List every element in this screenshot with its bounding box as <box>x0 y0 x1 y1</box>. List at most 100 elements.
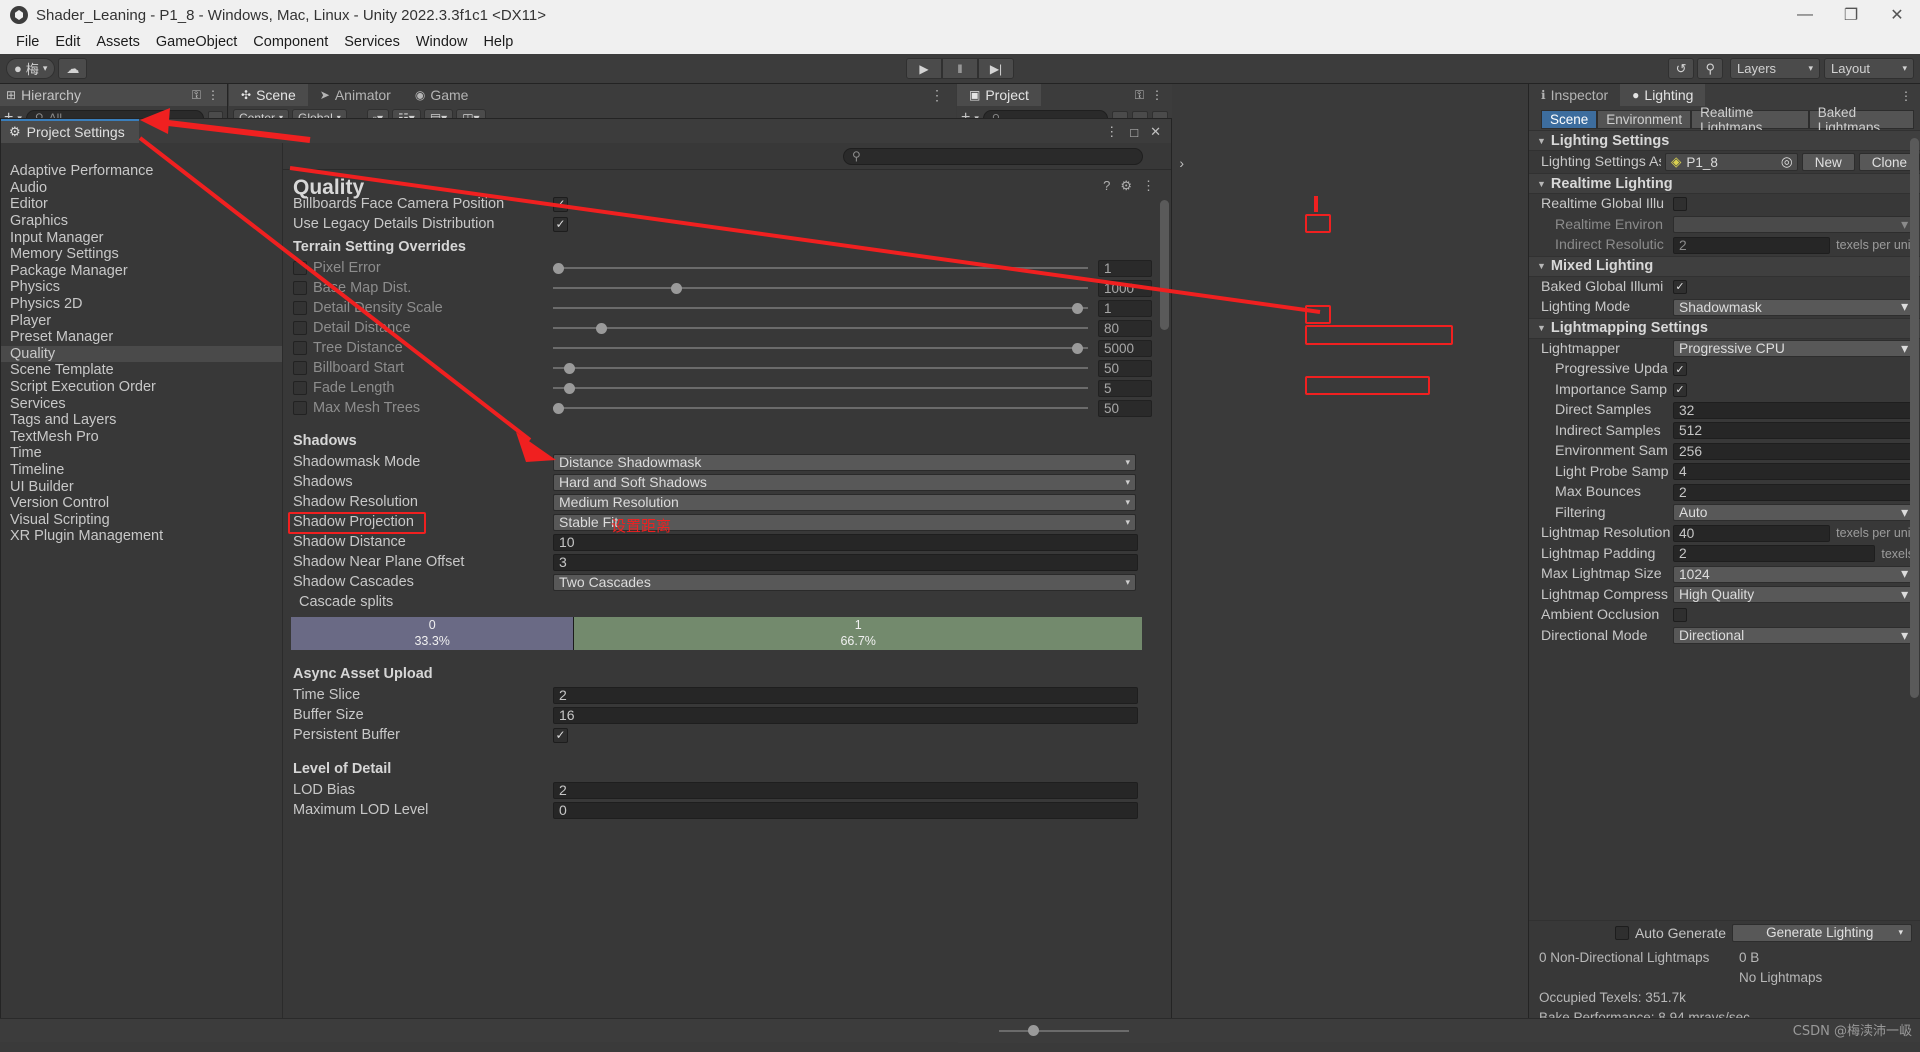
window-maximize-icon[interactable]: □ <box>1130 125 1138 140</box>
generate-lighting-button[interactable]: Generate Lighting ▾ <box>1732 923 1912 942</box>
field-direct-samples[interactable]: 32 <box>1673 401 1914 419</box>
scene-tabstrip[interactable]: ✣ Scene ➤ Animator ◉ Game ⋮ <box>229 84 956 106</box>
category-input-manager[interactable]: Input Manager <box>1 229 282 246</box>
row-shadow-resolution[interactable]: Shadow Resolution Medium Resolution ▾ <box>283 492 1171 512</box>
row-directional-mode[interactable]: Directional Mode Directional ▾ <box>1529 626 1920 647</box>
checkbox-realtime-global-illumination[interactable] <box>1673 197 1687 212</box>
row-lightmap-compression[interactable]: Lightmap Compress High Quality ▾ <box>1529 585 1920 606</box>
step-button[interactable]: ▶| <box>978 58 1014 79</box>
field-billboard-start[interactable]: 50 <box>1098 359 1152 377</box>
cascade-splits-bar[interactable]: 0 33.3% 1 66.7% <box>291 617 1142 650</box>
dropdown-shadow-resolution[interactable]: Medium Resolution ▾ <box>553 493 1136 511</box>
category-adaptive-performance[interactable]: Adaptive Performance <box>1 163 282 180</box>
checkbox-pixel-error[interactable] <box>293 261 307 275</box>
field-environment-samples[interactable]: 256 <box>1673 442 1914 460</box>
checkbox-detail-distance[interactable] <box>293 321 307 335</box>
project-zoom-slider[interactable] <box>958 1019 1170 1043</box>
tab-inspector[interactable]: ℹ Inspector <box>1529 84 1621 106</box>
row-lightmap-resolution[interactable]: Lightmap Resolution 40 texels per unit <box>1529 523 1920 544</box>
dropdown-lighting-mode[interactable]: Shadowmask ▾ <box>1673 298 1914 316</box>
cascade-segment-1[interactable]: 1 66.7% <box>574 617 1142 650</box>
subtab-baked-lightmaps[interactable]: Baked Lightmaps <box>1808 105 1914 135</box>
preset-icon[interactable]: ⚙ <box>1120 178 1132 194</box>
menu-item-help[interactable]: Help <box>475 32 521 52</box>
dropdown-lightmapper[interactable]: Progressive CPU ▾ <box>1673 340 1914 358</box>
checkbox-persistent-buffer[interactable]: ✓ <box>553 727 568 743</box>
row-progressive-updates[interactable]: Progressive Upda ✓ <box>1529 359 1920 380</box>
row-fade-length[interactable]: Fade Length 5 <box>283 378 1171 398</box>
slider-fade-length[interactable] <box>553 381 1088 395</box>
field-light-probe-samples[interactable]: 4 <box>1673 463 1914 481</box>
category-tags-and-layers[interactable]: Tags and Layers <box>1 412 282 429</box>
maximize-button[interactable]: ❐ <box>1828 0 1874 30</box>
triangle-down-icon[interactable]: ▼ <box>1537 323 1546 333</box>
select-target-icon[interactable]: ◎ <box>1781 154 1793 170</box>
dropdown-realtime-environment-lighting[interactable]: ▾ <box>1673 216 1914 234</box>
checkbox-detail-density-scale[interactable] <box>293 301 307 315</box>
category-player[interactable]: Player <box>1 312 282 329</box>
triangle-down-icon[interactable]: ▼ <box>1537 261 1546 271</box>
settings-search-input[interactable]: ⚲ <box>843 147 1143 165</box>
overflow-menu-icon[interactable]: ⋮ <box>1151 88 1163 102</box>
field-indirect-resolution[interactable]: 2 <box>1673 236 1831 254</box>
slider-knob[interactable] <box>553 402 564 414</box>
row-detail-distance[interactable]: Detail Distance 80 <box>283 318 1171 338</box>
row-tree-distance[interactable]: Tree Distance 5000 <box>283 338 1171 358</box>
search-button[interactable]: ⚲ <box>1697 58 1723 79</box>
row-max-mesh-trees[interactable]: Max Mesh Trees 50 <box>283 398 1171 418</box>
new-lighting-settings-button[interactable]: New <box>1801 153 1855 171</box>
category-physics-2d[interactable]: Physics 2D <box>1 296 282 313</box>
lighting-subtabs[interactable]: Scene Environment Realtime Lightmaps Bak… <box>1529 105 1920 135</box>
row-light-probe-samples[interactable]: Light Probe Samp 4 <box>1529 462 1920 483</box>
category-visual-scripting[interactable]: Visual Scripting <box>1 511 282 528</box>
menu-item-file[interactable]: File <box>8 32 47 52</box>
field-shadow-distance[interactable]: 10 <box>553 533 1138 551</box>
layout-dropdown[interactable]: Layout ▾ <box>1824 58 1914 79</box>
row-realtime-global-illumination[interactable]: Realtime Global Illu <box>1529 194 1920 215</box>
row-indirect-resolution[interactable]: Indirect Resolutic 2 texels per unit <box>1529 235 1920 256</box>
close-button[interactable]: ✕ <box>1874 0 1920 30</box>
row-environment-samples[interactable]: Environment Sam 256 <box>1529 441 1920 462</box>
slider-base-map-dist[interactable] <box>553 281 1088 295</box>
dropdown-shadows[interactable]: Hard and Soft Shadows ▾ <box>553 473 1136 491</box>
category-audio[interactable]: Audio <box>1 180 282 197</box>
row-filtering[interactable]: Filtering Auto ▾ <box>1529 503 1920 524</box>
field-lighting-settings-asset[interactable]: ◈ P1_8 ◎ <box>1665 153 1798 171</box>
field-max-mesh-trees[interactable]: 50 <box>1098 399 1152 417</box>
field-maximum-lod-level[interactable]: 0 <box>553 801 1138 819</box>
slider-tree-distance[interactable] <box>553 341 1088 355</box>
settings-vertical-scrollbar[interactable] <box>1160 200 1169 330</box>
row-realtime-environment-lighting[interactable]: Realtime Environ ▾ <box>1529 215 1920 236</box>
row-lightmapper[interactable]: Lightmapper Progressive CPU ▾ <box>1529 339 1920 360</box>
row-importance-sampling[interactable]: Importance Samp ✓ <box>1529 380 1920 401</box>
checkbox-use-legacy-details[interactable]: ✓ <box>553 216 568 232</box>
field-tree-distance[interactable]: 5000 <box>1098 339 1152 357</box>
tab-animator[interactable]: ➤ Animator <box>307 84 403 106</box>
checkbox-base-map-dist[interactable] <box>293 281 307 295</box>
hierarchy-tab[interactable]: ⊞ Hierarchy ⚿ ⋮ <box>0 84 227 106</box>
checkbox-baked-global-illumination[interactable]: ✓ <box>1673 279 1687 294</box>
tab-project-settings[interactable]: ⚙ Project Settings <box>1 119 139 143</box>
slider-knob[interactable] <box>1027 1025 1039 1036</box>
category-editor[interactable]: Editor <box>1 196 282 213</box>
section-realtime-lighting[interactable]: ▼ Realtime Lighting <box>1529 173 1920 194</box>
triangle-down-icon[interactable]: ▼ <box>1537 136 1546 146</box>
undo-history-button[interactable]: ↺ <box>1667 58 1695 79</box>
overflow-menu-icon[interactable]: ⋮ <box>207 88 219 102</box>
category-physics[interactable]: Physics <box>1 279 282 296</box>
section-lightmapping-settings[interactable]: ▼ Lightmapping Settings <box>1529 317 1920 339</box>
row-billboard-start[interactable]: Billboard Start 50 <box>283 358 1171 378</box>
field-lightmap-padding[interactable]: 2 <box>1673 545 1876 563</box>
row-lightmap-padding[interactable]: Lightmap Padding 2 texels <box>1529 544 1920 565</box>
row-lighting-mode[interactable]: Lighting Mode Shadowmask ▾ <box>1529 297 1920 318</box>
checkbox-billboard-start[interactable] <box>293 361 307 375</box>
field-time-slice[interactable]: 2 <box>553 686 1138 704</box>
window-overflow-menu-icon[interactable]: ⋮ <box>1105 124 1118 140</box>
checkbox-tree-distance[interactable] <box>293 341 307 355</box>
slider-detail-density-scale[interactable] <box>553 301 1088 315</box>
cascade-segment-0[interactable]: 0 33.3% <box>291 617 575 650</box>
slider-detail-distance[interactable] <box>553 321 1088 335</box>
row-persistent-buffer[interactable]: Persistent Buffer ✓ <box>283 725 1171 745</box>
project-tabstrip[interactable]: ▣ Project ⚿ ⋮ <box>957 84 1172 106</box>
row-max-lightmap-size[interactable]: Max Lightmap Size 1024 ▾ <box>1529 564 1920 585</box>
